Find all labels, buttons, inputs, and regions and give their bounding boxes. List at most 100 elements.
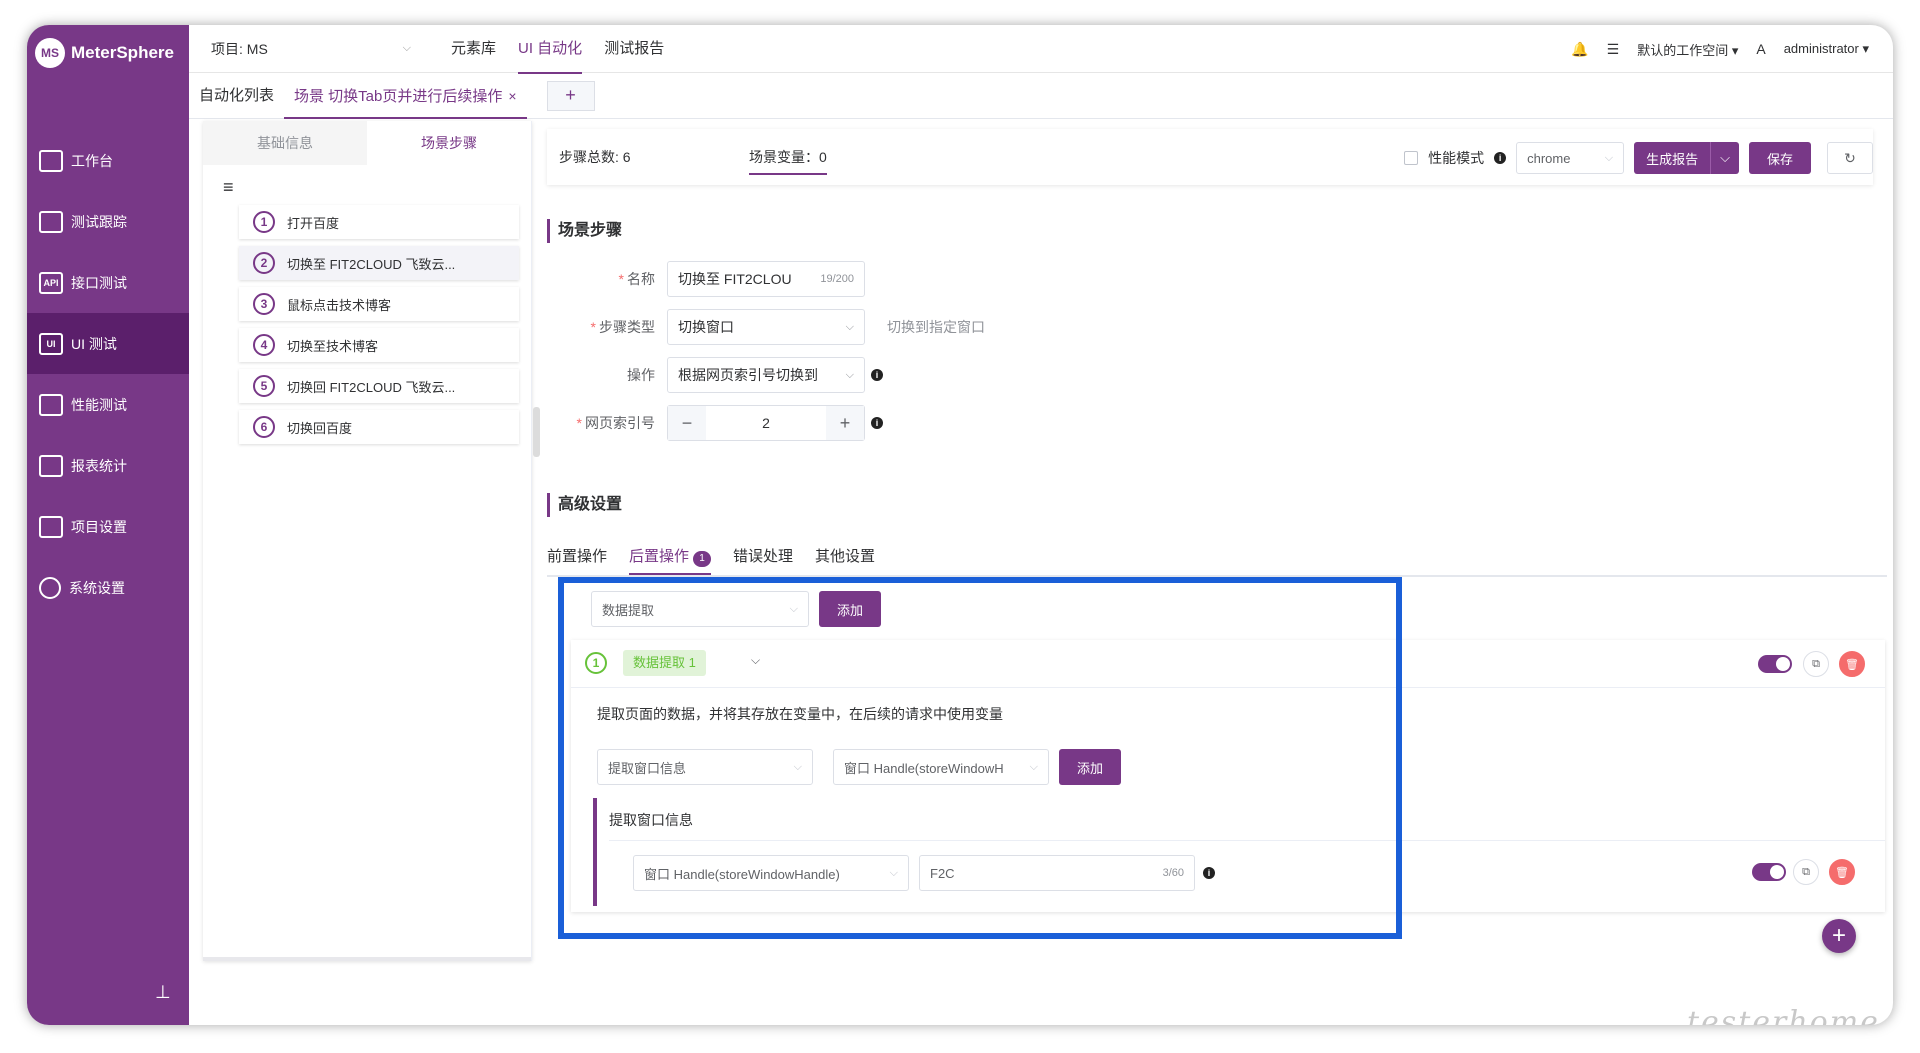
sidebar-item-project-settings[interactable]: 项目设置 [27,496,189,557]
tab-scene[interactable]: 场景 切换Tab页并进行后续操作 × [284,73,527,119]
info-icon: i [871,417,883,429]
step-item[interactable]: 3 鼠标点击技术博客 [239,287,519,321]
generate-report-split: 生成报告 ⌵ [1634,142,1739,174]
language-icon[interactable]: A [1756,41,1765,57]
refresh-icon[interactable]: ↻ [1827,142,1873,174]
page-index-value[interactable]: 2 [706,415,826,431]
project-label: 项目: MS [211,40,268,57]
user-name: administrator [1783,41,1859,56]
browser-select[interactable]: chrome ⌵ [1516,142,1625,174]
caret-down-icon: ▾ [1862,41,1869,56]
step-type-value: 切换窗口 [678,319,734,335]
sidebar-item-performance[interactable]: 性能测试 [27,374,189,435]
add-step-fab[interactable]: + [1822,919,1856,953]
perf-mode-label: 性能模式 [1428,150,1485,166]
variable-name-input[interactable]: F2C 3/60 [919,855,1195,891]
report-icon [39,454,63,477]
sub-section-title: 提取窗口信息 [609,812,693,828]
user-menu[interactable]: administrator ▾ [1784,41,1869,57]
post-op-type-select[interactable]: 数据提取 ⌵ [591,591,809,627]
info-icon: i [871,369,883,381]
step-label: 切换回百度 [287,420,353,436]
variable-name-counter: 3/60 [1162,867,1184,879]
copy-icon[interactable]: ⧉ [1793,859,1819,885]
tab-basic-info[interactable]: 基础信息 [203,121,367,165]
chevron-down-icon[interactable]: ⌵ [1711,142,1739,174]
increment-button[interactable]: + [826,406,864,440]
step-label: 鼠标点击技术博客 [287,297,392,313]
tab-post-label: 后置操作 [629,548,690,565]
add-post-op-button[interactable]: 添加 [819,591,881,627]
copy-icon[interactable]: ⧉ [1803,651,1829,677]
sidebar-item-ui-test[interactable]: UI UI 测试 [27,313,189,374]
index-label-text: 网页索引号 [585,415,655,431]
enable-toggle[interactable] [1758,655,1792,673]
name-label: * 名称 [547,269,667,289]
name-counter: 19/200 [820,273,854,285]
form-row-step-type: * 步骤类型 切换窗口 ⌵ 切换到指定窗口 [547,309,985,345]
step-number: 2 [253,252,275,274]
logo[interactable]: MS MeterSphere [35,33,174,73]
tab-error-handling[interactable]: 错误处理 [733,545,793,575]
window-handle-select[interactable]: 窗口 Handle(storeWindowH ⌵ [833,749,1049,785]
tab-post-operation[interactable]: 后置操作 1 [629,545,712,575]
nav-element-library[interactable]: 元素库 [451,25,496,74]
nav-test-report[interactable]: 测试报告 [604,25,664,74]
tab-scene-steps[interactable]: 场景步骤 [367,121,531,165]
sidebar-item-system-settings[interactable]: 系统设置 [27,557,189,618]
enable-toggle[interactable] [1752,863,1786,881]
scene-info-bar: 步骤总数: 6 场景变量：0 性能模式 i chrome ⌵ 生成报告 ⌵ 保存 … [547,129,1873,185]
required-mark: * [576,415,582,431]
delete-icon[interactable]: 🗑 [1829,859,1855,885]
add-tab-button[interactable]: + [546,80,595,111]
add-extract-button[interactable]: 添加 [1059,749,1121,785]
panel-divider [203,957,531,961]
step-item[interactable]: 1 打开百度 [239,205,519,239]
extract-type-value: 提取窗口信息 [608,760,687,776]
top-header: 项目: MS ⌵ 元素库 UI 自动化 测试报告 🔔 ☰ 默认的工作空间 ▾ A… [189,25,1893,74]
nav-ui-automation[interactable]: UI 自动化 [518,25,583,74]
step-item[interactable]: 5 切换回 FIT2CLOUD 飞致云... [239,369,519,403]
step-total: 步骤总数: 6 [559,149,631,165]
logo-icon: MS [35,38,65,68]
save-button[interactable]: 保存 [1749,142,1811,174]
tab-automation-list[interactable]: 自动化列表 [189,73,284,119]
decrement-button[interactable]: − [668,406,706,440]
perf-mode-checkbox[interactable] [1404,151,1419,165]
operation-select[interactable]: 根据网页索引号切换到 ⌵ [667,357,865,393]
sidebar-item-test-track[interactable]: 测试跟踪 [27,191,189,252]
extract-tag: 数据提取 1 [623,650,706,676]
sidebar-item-api-test[interactable]: API 接口测试 [27,252,189,313]
sidebar-item-workbench[interactable]: 工作台 [27,130,189,191]
bell-icon[interactable]: 🔔 [1571,41,1588,58]
extract-row-select[interactable]: 窗口 Handle(storeWindowHandle) ⌵ [633,855,909,891]
name-input[interactable]: 切换至 FIT2CLOU 19/200 [667,261,865,297]
step-item[interactable]: 6 切换回百度 [239,410,519,444]
menu-icon[interactable]: ≡ [223,177,234,198]
tab-pre-operation[interactable]: 前置操作 [547,545,607,575]
collapse-handle[interactable] [533,407,540,457]
project-select[interactable]: 项目: MS ⌵ [211,39,411,59]
sidebar-item-report[interactable]: 报表统计 [27,435,189,496]
chevron-down-icon[interactable]: ⌵ [751,653,760,668]
post-op-toolbar: 数据提取 ⌵ 添加 [591,591,881,627]
delete-icon[interactable]: 🗑 [1839,651,1865,677]
left-panel-tabs: 基础信息 场景步骤 [203,121,531,165]
scene-variables[interactable]: 场景变量：0 [749,147,827,175]
step-type-select[interactable]: 切换窗口 ⌵ [667,309,865,345]
chevron-down-icon: ⌵ [402,42,411,54]
required-mark: * [618,271,624,287]
pin-icon[interactable]: ⊥ [155,982,171,1003]
extract-type-select[interactable]: 提取窗口信息 ⌵ [597,749,813,785]
extract-row-select-value: 窗口 Handle(storeWindowHandle) [644,866,840,882]
info-icon: i [1494,152,1507,164]
close-icon[interactable]: × [508,88,516,104]
tab-other-settings[interactable]: 其他设置 [815,545,875,575]
workspace-select[interactable]: 默认的工作空间 ▾ [1637,40,1738,59]
extract-description: 提取页面的数据，并将其存放在变量中，在后续的请求中使用变量 [597,706,1003,722]
form-row-operation: 操作 根据网页索引号切换到 ⌵ i [547,357,883,393]
step-item[interactable]: 4 切换至技术博客 [239,328,519,362]
generate-report-button[interactable]: 生成报告 [1634,142,1712,174]
sidebar-item-label: 系统设置 [69,579,125,596]
step-item[interactable]: 2 切换至 FIT2CLOUD 飞致云... [239,246,519,280]
